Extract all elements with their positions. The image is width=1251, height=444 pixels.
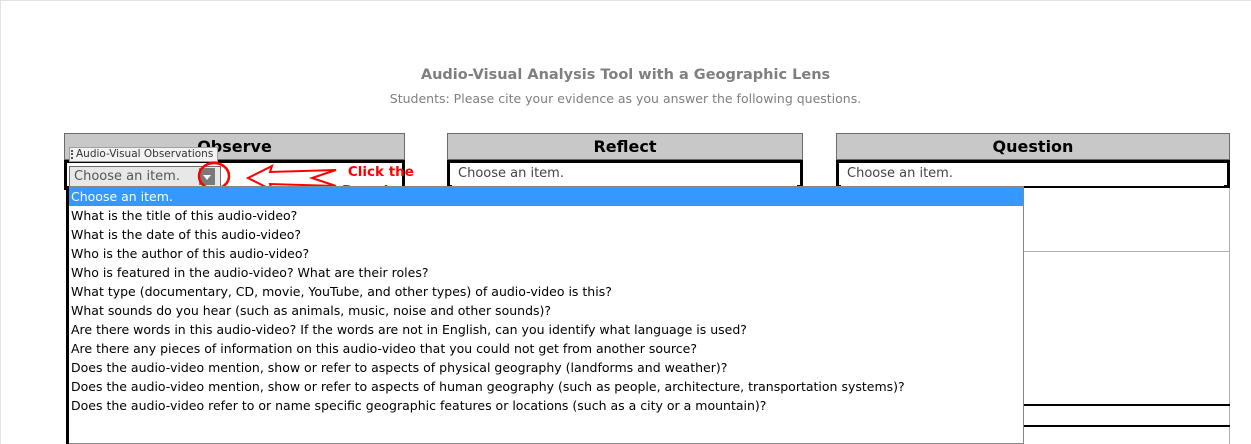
- dropdown-list[interactable]: Choose an item. What is the title of this…: [66, 186, 1024, 444]
- dropdown-option[interactable]: Are there any pieces of information on t…: [67, 339, 1023, 358]
- observe-cell-left-border-lower: [66, 186, 69, 444]
- dropdown-option[interactable]: Does the audio-video mention, show or re…: [67, 377, 1023, 396]
- dropdown-option[interactable]: Does the audio-video refer to or name sp…: [67, 396, 1023, 415]
- dropdown-option-selected[interactable]: Choose an item.: [67, 187, 1023, 206]
- dropdown-option[interactable]: Who is featured in the audio-video? What…: [67, 263, 1023, 282]
- dropdown-option[interactable]: Who is the author of this audio-video?: [67, 244, 1023, 263]
- callout-line-1: Click the: [347, 164, 414, 180]
- dropdown-option[interactable]: What is the title of this audio-video?: [67, 206, 1023, 225]
- dropdown-option[interactable]: Does the audio-video mention, show or re…: [67, 358, 1023, 377]
- dropdown-option[interactable]: What sounds do you hear (such as animals…: [67, 301, 1023, 320]
- dropdown-option[interactable]: What is the date of this audio-video?: [67, 225, 1023, 244]
- dropdown-option[interactable]: What type (documentary, CD, movie, YouTu…: [67, 282, 1023, 301]
- dropdown-option[interactable]: Are there words in this audio-video? If …: [67, 320, 1023, 339]
